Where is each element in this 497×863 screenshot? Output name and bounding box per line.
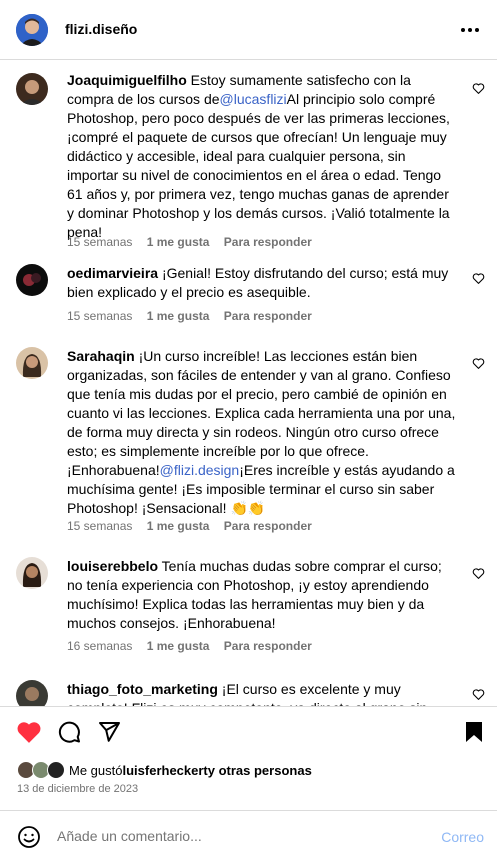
post-header: flizi.diseño [0,0,497,60]
comment-time: 15 semanas [67,309,133,323]
heart-outline-icon[interactable] [472,357,485,370]
avatar[interactable] [16,73,48,105]
comment-text: Joaquimiguelfilho Estoy sumamente satisf… [67,72,450,240]
comment-time: 15 semanas [67,519,133,533]
author-username[interactable]: flizi.diseño [65,21,137,37]
comment-username[interactable]: louiserebbelo [67,558,158,574]
add-comment-bar: Correo [0,810,497,863]
author-avatar[interactable] [16,14,48,46]
mention-link[interactable]: @lucasflizi [220,91,287,107]
comment-time: 15 semanas [67,235,133,249]
comments-list[interactable]: Joaquimiguelfilho Estoy sumamente satisf… [0,61,497,706]
comment-meta: 16 semanas 1 me gusta Para responder [67,639,323,653]
comment-username[interactable]: Sarahaqin [67,348,135,364]
comment-likes[interactable]: 1 me gusta [147,235,210,249]
comment-text: louiserebbelo Tenía muchas dudas sobre c… [67,558,442,631]
comment-input[interactable] [57,828,417,844]
comment-username[interactable]: oedimarvieira [67,265,158,281]
comment-username[interactable]: thiago_foto_marketing [67,681,218,697]
liker-username[interactable]: luisferheckert [122,763,207,778]
heart-outline-icon[interactable] [472,567,485,580]
comment-meta: 15 semanas 1 me gusta Para responder [67,235,323,249]
reply-button[interactable]: Para responder [224,309,312,323]
post-date: 13 de diciembre de 2023 [17,783,139,795]
reply-button[interactable]: Para responder [224,639,312,653]
avatar [47,761,65,779]
comment-time: 16 semanas [67,639,133,653]
comment-likes[interactable]: 1 me gusta [147,309,210,323]
comment-meta: 15 semanas 1 me gusta Para responder [67,519,323,533]
avatar[interactable] [16,264,48,296]
avatar[interactable] [16,680,48,706]
action-bar [0,706,497,756]
reply-button[interactable]: Para responder [224,519,312,533]
share-icon[interactable] [96,719,122,745]
likes-summary: Me gustó luisferheckert y otras personas [17,761,312,779]
comment-meta: 15 semanas 1 me gusta Para responder [67,309,323,323]
mention-link[interactable]: @flizi.design [160,462,240,478]
comment-likes[interactable]: 1 me gusta [147,639,210,653]
comment-icon[interactable] [56,719,82,745]
heart-outline-icon[interactable] [472,272,485,285]
avatar[interactable] [16,347,48,379]
comment-text: oedimarvieira ¡Genial! Estoy disfrutando… [67,265,449,300]
comment-likes[interactable]: 1 me gusta [147,519,210,533]
post-comment-button[interactable]: Correo [441,829,484,845]
heart-outline-icon[interactable] [472,82,485,95]
like-icon[interactable] [16,719,42,745]
heart-outline-icon[interactable] [472,688,485,701]
emoji-icon[interactable] [17,825,41,849]
avatar[interactable] [16,557,48,589]
reply-button[interactable]: Para responder [224,235,312,249]
save-icon[interactable] [461,719,487,745]
more-options-icon[interactable] [458,18,482,42]
comment-text: thiago_foto_marketing ¡El curso es excel… [67,681,427,706]
comment-username[interactable]: Joaquimiguelfilho [67,72,187,88]
comment-text: Sarahaqin ¡Un curso increíble! Las lecci… [67,348,456,516]
liker-avatars[interactable] [17,761,69,779]
